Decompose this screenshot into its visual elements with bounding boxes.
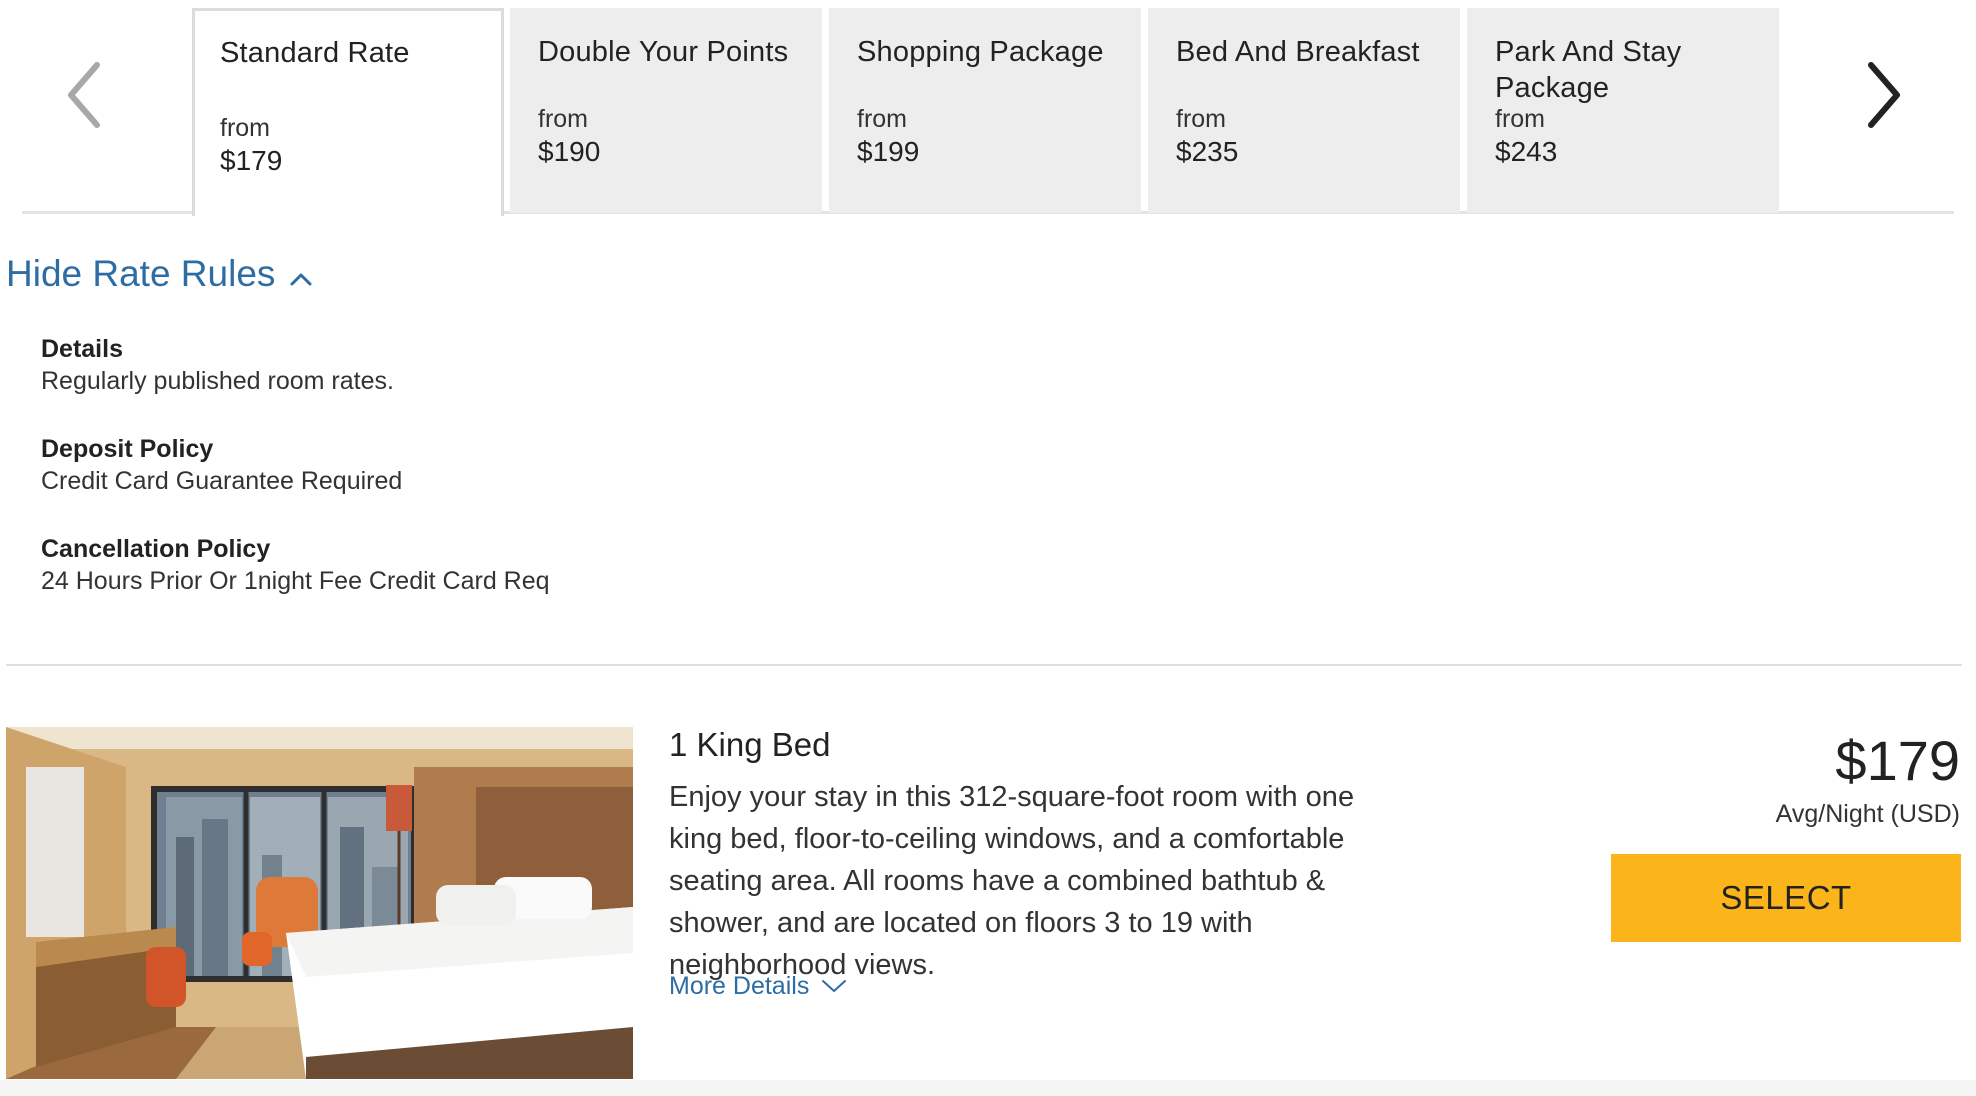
carousel-prev-button[interactable] bbox=[45, 55, 125, 135]
rate-tab-bed-and-breakfast[interactable]: Bed And Breakfast from $235 bbox=[1148, 8, 1460, 213]
rate-tab-name: Bed And Breakfast bbox=[1176, 36, 1420, 68]
room-rates-page: Standard Rate from $179 Double Your Poin… bbox=[0, 0, 1976, 1096]
chevron-right-icon bbox=[1868, 62, 1900, 128]
rate-tab-shopping-package[interactable]: Shopping Package from $199 bbox=[829, 8, 1141, 213]
more-details-link[interactable]: More Details bbox=[669, 968, 847, 1004]
rate-tab-double-points[interactable]: Double Your Points from $190 bbox=[510, 8, 822, 213]
room-title: 1 King Bed bbox=[669, 726, 831, 763]
carousel-next-button[interactable] bbox=[1843, 55, 1923, 135]
rate-tab-park-and-stay[interactable]: Park And Stay Package from $243 bbox=[1467, 8, 1779, 213]
rate-tab-price: $199 bbox=[857, 136, 920, 167]
hotel-room-image bbox=[6, 727, 633, 1079]
rule-deposit-policy: Deposit Policy Credit Card Guarantee Req… bbox=[41, 433, 941, 497]
room-info: 1 King Bed Enjoy your stay in this 312-s… bbox=[669, 722, 1389, 1004]
section-divider bbox=[6, 664, 1962, 666]
rule-title: Deposit Policy bbox=[41, 435, 214, 463]
rule-cancellation-policy: Cancellation Policy 24 Hours Prior Or 1n… bbox=[41, 533, 941, 597]
rate-rules-list: Details Regularly published room rates. … bbox=[41, 333, 941, 633]
rate-tab-name: Shopping Package bbox=[857, 36, 1104, 68]
rate-tab-name: Park And Stay Package bbox=[1495, 36, 1682, 104]
rule-text: 24 Hours Prior Or 1night Fee Credit Card… bbox=[41, 567, 550, 595]
rate-tab-name: Double Your Points bbox=[538, 36, 789, 68]
rate-tab-standard[interactable]: Standard Rate from $179 bbox=[192, 8, 504, 216]
rate-tab-name: Standard Rate bbox=[220, 37, 410, 69]
rate-tab-from: from bbox=[1176, 105, 1226, 133]
rate-tab-price: $179 bbox=[220, 145, 283, 176]
room-description: Enjoy your stay in this 312-square-foot … bbox=[669, 781, 1355, 980]
chevron-down-icon bbox=[822, 980, 847, 992]
rule-title: Cancellation Policy bbox=[41, 535, 271, 563]
room-price-unit: Avg/Night (USD) bbox=[1775, 800, 1960, 828]
rate-tab-price: $235 bbox=[1176, 136, 1239, 167]
rate-tab-from: from bbox=[1495, 105, 1545, 133]
more-details-label: More Details bbox=[669, 972, 810, 1000]
rate-tab-from: from bbox=[220, 114, 270, 142]
rule-details: Details Regularly published room rates. bbox=[41, 333, 941, 397]
rate-tab-from: from bbox=[857, 105, 907, 133]
rule-text: Regularly published room rates. bbox=[41, 367, 394, 395]
chevron-up-icon bbox=[290, 273, 312, 286]
room-price-block: $179 Avg/Night (USD) bbox=[1776, 728, 1960, 830]
rule-title: Details bbox=[41, 335, 123, 363]
select-room-button[interactable]: SELECT bbox=[1611, 854, 1961, 942]
room-photo[interactable] bbox=[6, 727, 633, 1079]
next-card-edge bbox=[0, 1080, 1976, 1096]
chevron-left-icon bbox=[68, 62, 100, 128]
rate-tab-from: from bbox=[538, 105, 588, 133]
room-price: $179 bbox=[1835, 729, 1960, 792]
hide-rate-rules-label: Hide Rate Rules bbox=[6, 253, 276, 294]
hide-rate-rules-toggle[interactable]: Hide Rate Rules bbox=[6, 250, 313, 298]
rule-text: Credit Card Guarantee Required bbox=[41, 467, 403, 495]
rate-tab-price: $243 bbox=[1495, 136, 1558, 167]
rate-tab-price: $190 bbox=[538, 136, 601, 167]
